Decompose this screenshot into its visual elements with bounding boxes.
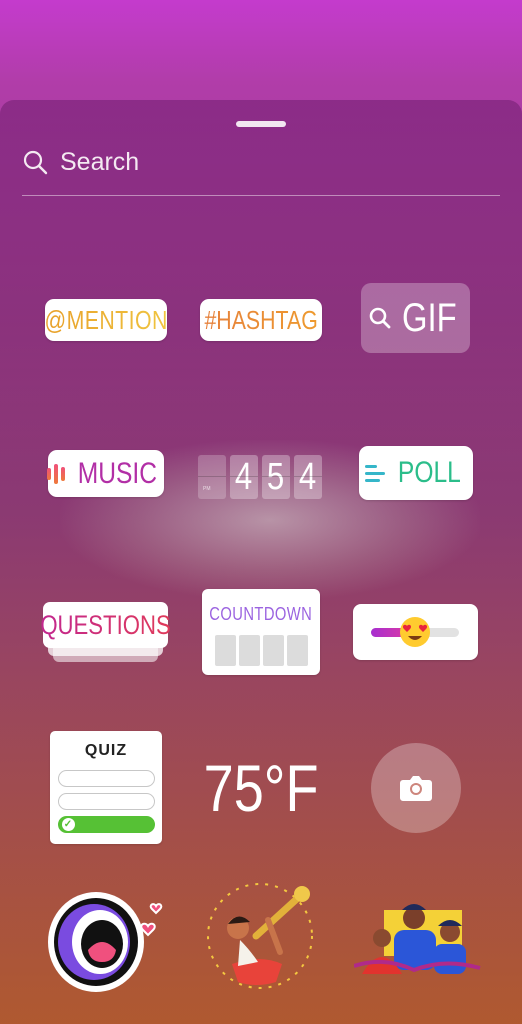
search-bar[interactable]: Search [22,145,139,179]
poll-label: POLL [397,456,461,489]
clock-digit: 5 [262,455,290,499]
camera-sticker[interactable] [371,743,461,833]
check-icon: ✓ [61,818,75,831]
drag-handle[interactable] [236,121,286,127]
search-label: Search [60,147,140,176]
trumpet-player-sticker[interactable] [202,880,326,992]
mention-sticker[interactable]: @MENTION [44,299,168,341]
gif-sticker[interactable]: GIF [361,283,470,353]
quiz-sticker[interactable]: QUIZ ✓ [50,731,162,844]
gif-label: GIF [402,295,457,340]
shout-face-sticker[interactable] [44,884,172,994]
music-label: MUSIC [77,456,157,490]
family-sticker[interactable] [354,900,484,980]
countdown-sticker[interactable]: COUNTDOWN [202,589,320,675]
search-icon [23,150,48,175]
quiz-label: QUIZ [84,742,128,759]
clock-digit: PM [198,455,226,499]
heart-eyes-emoji-icon [400,617,430,647]
questions-label: QUESTIONS [40,609,171,640]
camera-icon [400,776,432,801]
poll-lines-icon [364,464,385,482]
am-pm-label: PM [203,486,211,492]
quiz-option-correct: ✓ [57,816,155,833]
search-divider [22,195,500,196]
countdown-boxes [214,635,308,666]
poll-sticker[interactable]: POLL [359,446,473,500]
questions-sticker[interactable]: QUESTIONS [40,602,171,662]
quiz-option [57,793,155,810]
clock-digit: 4 [294,455,322,499]
time-sticker[interactable]: PM 4 5 4 [198,455,322,499]
temperature-label: 75°F [203,751,319,825]
clock-digit: 4 [230,455,258,499]
hashtag-sticker[interactable]: #HASHTAG [200,299,322,341]
temperature-sticker[interactable]: 75°F [196,748,326,828]
hashtag-label: #HASHTAG [204,304,318,335]
mention-label: @MENTION [44,304,168,335]
emoji-slider-sticker[interactable] [353,604,478,660]
music-bars-icon [46,463,65,484]
search-icon [369,307,391,329]
quiz-option [57,770,155,787]
countdown-label: COUNTDOWN [209,604,313,624]
music-sticker[interactable]: MUSIC [46,450,164,497]
